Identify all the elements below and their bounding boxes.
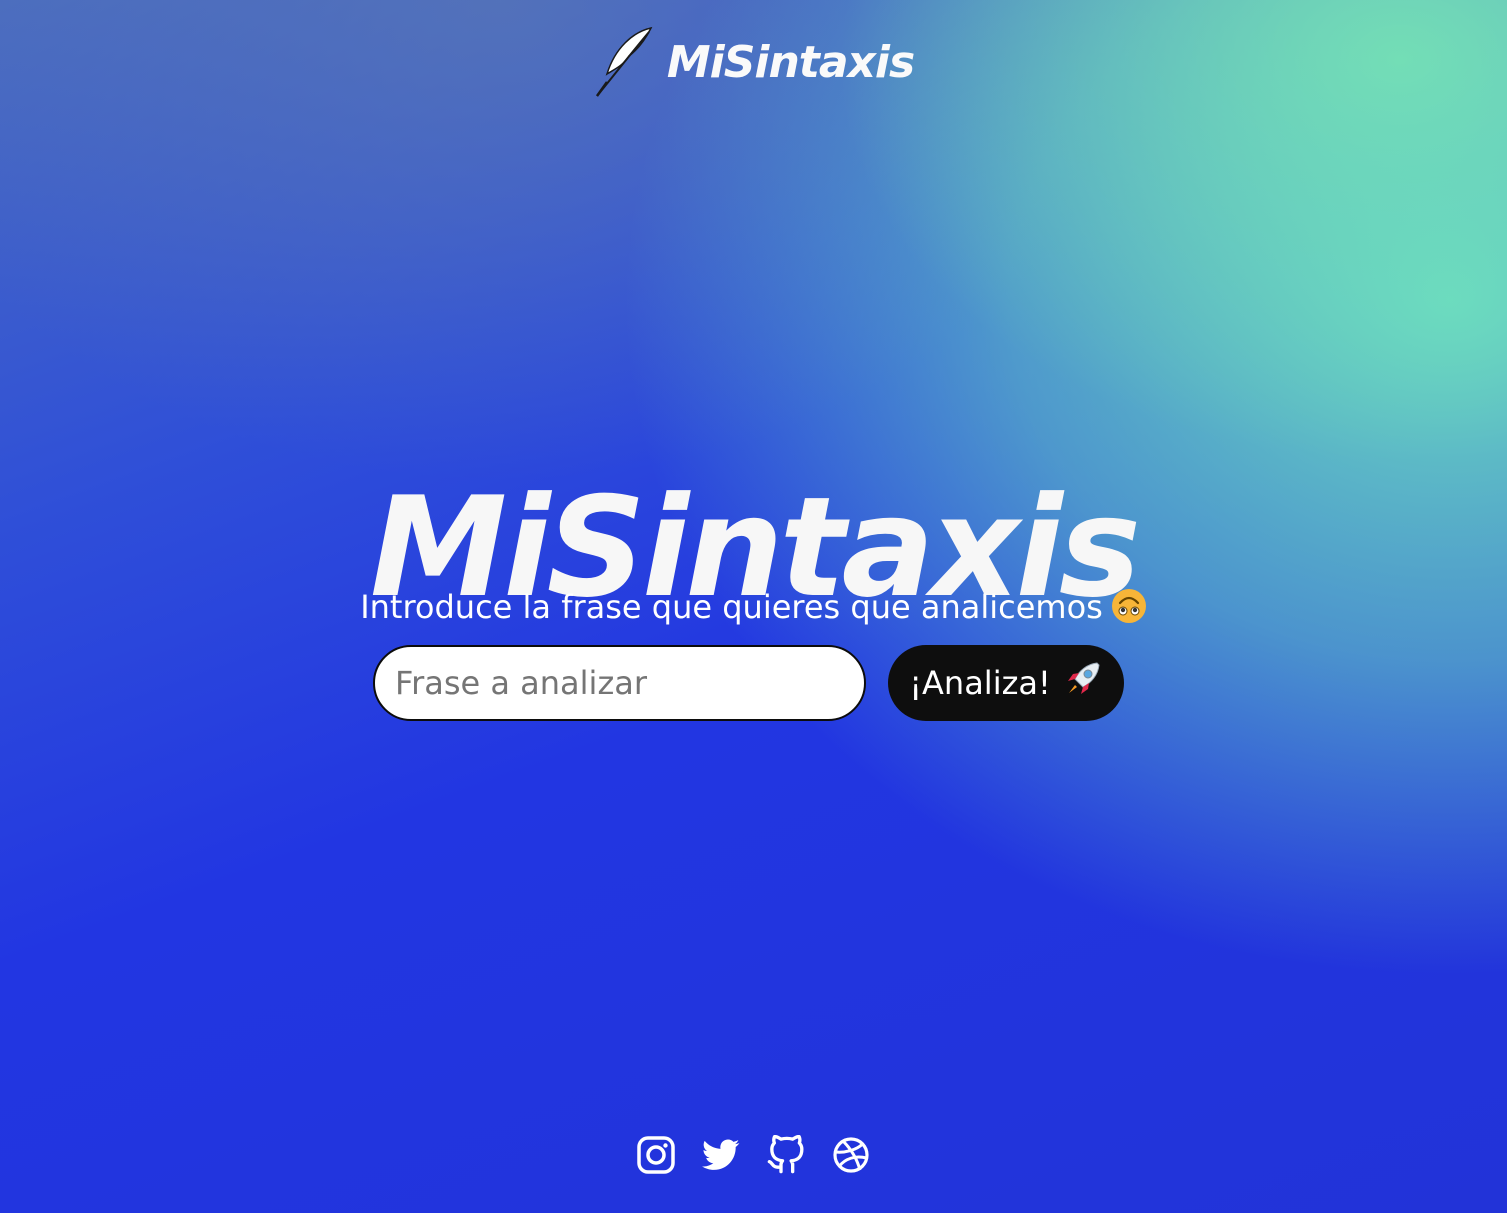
- quill-feather-icon[interactable]: [593, 26, 655, 98]
- page-subtitle: Introduce la frase que quieres que anali…: [0, 588, 1507, 626]
- subtitle-text: Introduce la frase que quieres que anali…: [360, 588, 1103, 626]
- phrase-input[interactable]: [373, 645, 866, 721]
- upside-down-face-icon: [1111, 588, 1147, 624]
- analyze-button-label: ¡Analiza!: [909, 664, 1051, 702]
- instagram-icon[interactable]: [636, 1135, 676, 1175]
- analyze-button[interactable]: ¡Analiza!: [888, 645, 1124, 721]
- rocket-icon: [1063, 659, 1103, 707]
- twitter-icon[interactable]: [701, 1135, 741, 1175]
- social-links: [0, 1135, 1507, 1175]
- github-icon[interactable]: [766, 1135, 806, 1175]
- analyze-form: ¡Analiza!: [373, 645, 1124, 721]
- brand-name[interactable]: MiSintaxis: [667, 37, 915, 88]
- dribbble-icon[interactable]: [831, 1135, 871, 1175]
- site-header: MiSintaxis: [0, 26, 1507, 98]
